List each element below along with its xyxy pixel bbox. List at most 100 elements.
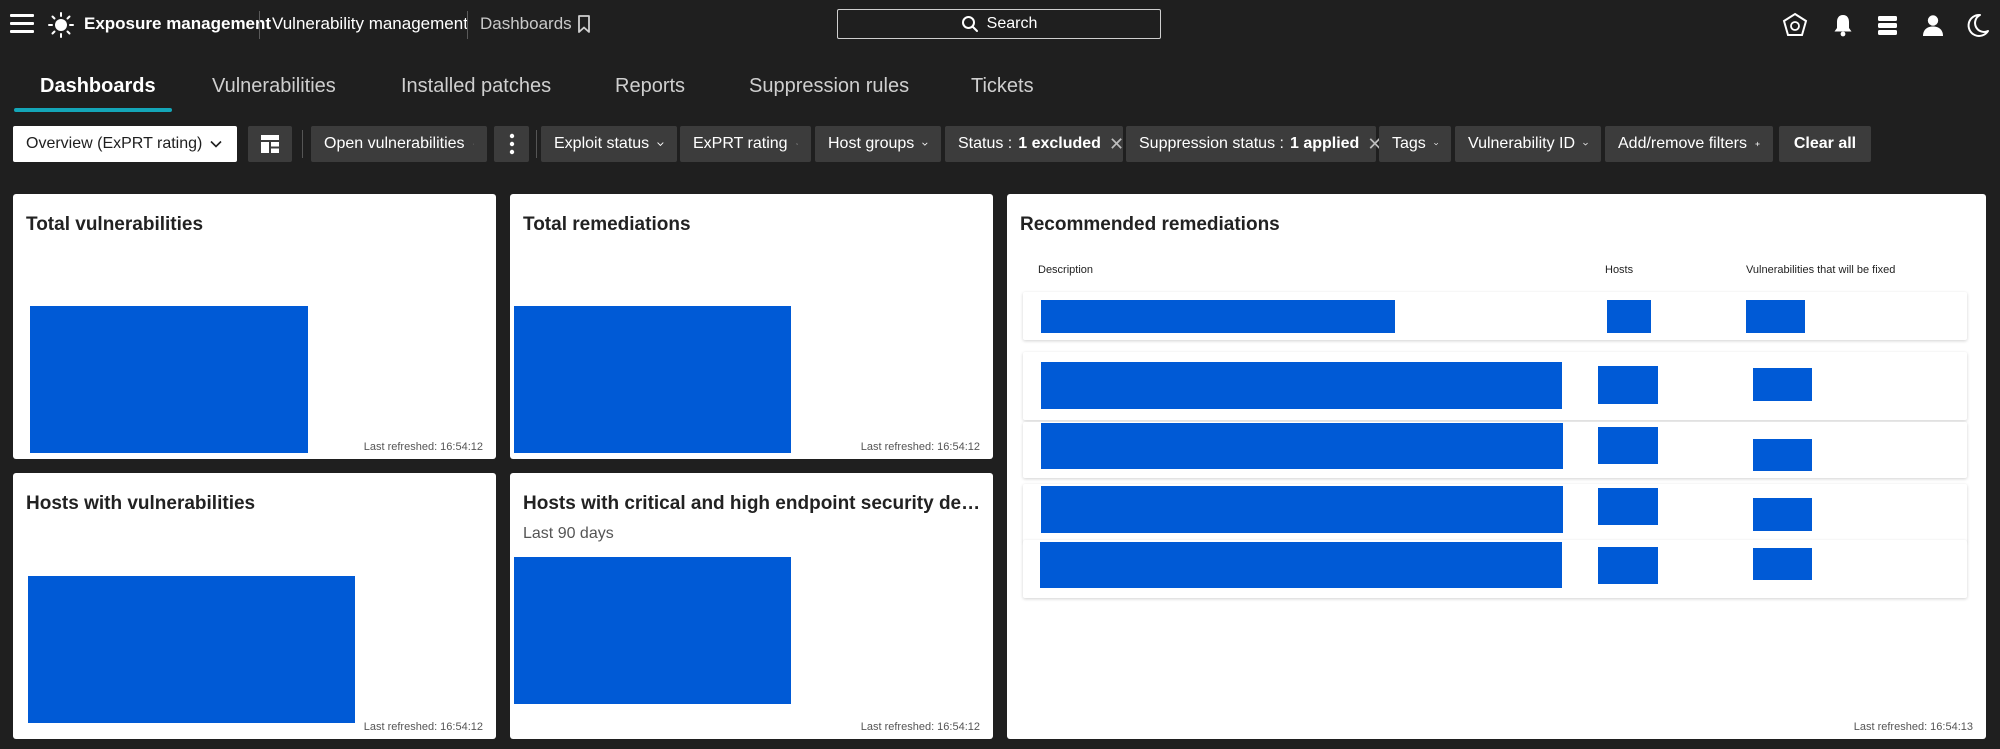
- plus-icon: [1755, 141, 1760, 147]
- tab-vulnerabilities[interactable]: Vulnerabilities: [212, 75, 336, 98]
- vulnerability-id-label: Vulnerability ID: [1468, 135, 1576, 152]
- description-placeholder: [1041, 300, 1395, 333]
- tags-filter[interactable]: Tags: [1379, 126, 1451, 162]
- vulnerability-id-filter[interactable]: Vulnerability ID: [1455, 126, 1601, 162]
- card-title: Hosts with vulnerabilities: [26, 493, 256, 514]
- last-refreshed: Last refreshed: 16:54:12: [363, 441, 483, 453]
- table-row[interactable]: [1023, 540, 1967, 598]
- host-groups-label: Host groups: [828, 135, 915, 152]
- chevron-down-icon: [1583, 142, 1588, 146]
- suppression-status-value: 1 applied: [1289, 135, 1360, 152]
- filter-divider: [536, 130, 537, 158]
- column-header-vulnerabilities-fixed[interactable]: Vulnerabilities that will be fixed: [1746, 264, 1895, 276]
- open-vulnerabilities-label: Open vulnerabilities: [324, 135, 465, 152]
- widget-placeholder: [28, 576, 355, 723]
- remove-filter-icon[interactable]: ✕: [1109, 134, 1124, 155]
- suppression-status-label: Suppression status :: [1139, 135, 1284, 152]
- bookmark-icon[interactable]: [576, 14, 592, 34]
- column-header-description[interactable]: Description: [1038, 264, 1093, 276]
- fixed-count-placeholder: [1753, 498, 1812, 531]
- hosts-placeholder: [1598, 427, 1658, 464]
- kebab-menu-icon: [509, 133, 514, 155]
- hosts-placeholder: [1598, 547, 1658, 584]
- bell-icon[interactable]: [1830, 12, 1856, 38]
- module-title[interactable]: Vulnerability management: [272, 14, 468, 34]
- tags-label: Tags: [1392, 135, 1426, 152]
- exploit-status-label: Exploit status: [554, 135, 650, 152]
- exprt-rating-filter[interactable]: ExPRT rating: [680, 126, 811, 162]
- clear-all-button[interactable]: Clear all: [1779, 126, 1871, 162]
- card-subtitle: Last 90 days: [523, 525, 614, 542]
- search-input[interactable]: Search: [837, 9, 1161, 39]
- card-title: Total vulnerabilities: [26, 214, 204, 235]
- messages-icon[interactable]: [1875, 12, 1901, 38]
- tab-tickets[interactable]: Tickets: [971, 75, 1034, 98]
- widget-placeholder: [514, 306, 791, 453]
- last-refreshed: Last refreshed: 16:54:12: [363, 721, 483, 733]
- layout-button[interactable]: [248, 126, 292, 162]
- exploit-status-filter[interactable]: Exploit status: [541, 126, 677, 162]
- menu-icon[interactable]: [10, 14, 34, 34]
- top-bar: Exposure management Vulnerability manage…: [0, 0, 2000, 50]
- table-row[interactable]: [1023, 422, 1967, 478]
- fixed-count-placeholder: [1753, 548, 1812, 580]
- card-title: Hosts with critical and high endpoint se…: [523, 493, 983, 514]
- recommended-remediations-card: Recommended remediations Description Hos…: [1007, 194, 1986, 739]
- chevron-down-icon: [657, 142, 664, 147]
- status-filter-label: Status :: [958, 135, 1013, 152]
- table-row[interactable]: [1023, 484, 1967, 542]
- tab-bar: Dashboards Vulnerabilities Installed pat…: [0, 50, 2000, 112]
- suppression-status-filter[interactable]: Suppression status : 1 applied ✕: [1126, 126, 1382, 162]
- dashboard-select[interactable]: Overview (ExPRT rating): [13, 126, 237, 162]
- header-divider: [259, 11, 260, 39]
- sun-logo-icon: [48, 12, 74, 38]
- filter-bar: Overview (ExPRT rating) Open vulnerabili…: [0, 112, 2000, 180]
- table-row[interactable]: [1023, 292, 1967, 340]
- widget-placeholder: [514, 557, 791, 704]
- hosts-placeholder: [1598, 488, 1658, 525]
- status-filter-value: 1 excluded: [1018, 135, 1101, 152]
- user-icon[interactable]: [1920, 12, 1946, 38]
- tab-suppression-rules[interactable]: Suppression rules: [749, 75, 909, 98]
- header-divider: [467, 11, 468, 39]
- search-label: Search: [986, 15, 1038, 32]
- host-groups-filter[interactable]: Host groups: [815, 126, 941, 162]
- chevron-down-icon: [795, 143, 798, 145]
- table-row[interactable]: [1023, 352, 1967, 420]
- search-icon: [961, 16, 978, 32]
- column-header-hosts[interactable]: Hosts: [1605, 264, 1633, 276]
- moon-icon[interactable]: [1964, 12, 1990, 38]
- last-refreshed: Last refreshed: 16:54:12: [860, 721, 980, 733]
- app-title[interactable]: Exposure management: [84, 14, 271, 34]
- tab-installed-patches[interactable]: Installed patches: [401, 75, 551, 98]
- chevron-down-icon: [922, 142, 928, 146]
- filter-divider: [302, 130, 303, 158]
- status-filter[interactable]: Status : 1 excluded ✕: [945, 126, 1124, 162]
- description-placeholder: [1041, 486, 1563, 533]
- falcon-badge-icon[interactable]: [1782, 12, 1808, 38]
- total-remediations-card: Total remediations Last refreshed: 16:54…: [510, 194, 993, 459]
- chevron-down-icon: [210, 140, 222, 148]
- card-title: Recommended remediations: [1020, 214, 1280, 235]
- description-placeholder: [1041, 362, 1562, 409]
- description-placeholder: [1041, 423, 1563, 469]
- total-vulnerabilities-card: Total vulnerabilities Last refreshed: 16…: [13, 194, 496, 459]
- fixed-count-placeholder: [1746, 300, 1805, 333]
- breadcrumb[interactable]: Dashboards: [480, 14, 572, 34]
- more-options-button[interactable]: [494, 126, 529, 162]
- layout-icon: [261, 135, 279, 153]
- hosts-critical-detections-card: Hosts with critical and high endpoint se…: [510, 473, 993, 739]
- chevron-down-icon: [1433, 142, 1438, 146]
- tab-dashboards[interactable]: Dashboards: [40, 75, 156, 98]
- add-remove-filters-label: Add/remove filters: [1618, 135, 1747, 152]
- fixed-count-placeholder: [1753, 439, 1812, 471]
- card-title: Total remediations: [523, 214, 691, 235]
- hosts-with-vulnerabilities-card: Hosts with vulnerabilities Last refreshe…: [13, 473, 496, 739]
- description-placeholder: [1040, 542, 1562, 588]
- last-refreshed: Last refreshed: 16:54:12: [860, 441, 980, 453]
- tab-reports[interactable]: Reports: [615, 75, 685, 98]
- dashboard-select-label: Overview (ExPRT rating): [26, 135, 203, 152]
- open-vulnerabilities-filter[interactable]: Open vulnerabilities: [311, 126, 487, 162]
- chevron-down-icon: [472, 143, 474, 145]
- add-remove-filters-button[interactable]: Add/remove filters: [1605, 126, 1773, 162]
